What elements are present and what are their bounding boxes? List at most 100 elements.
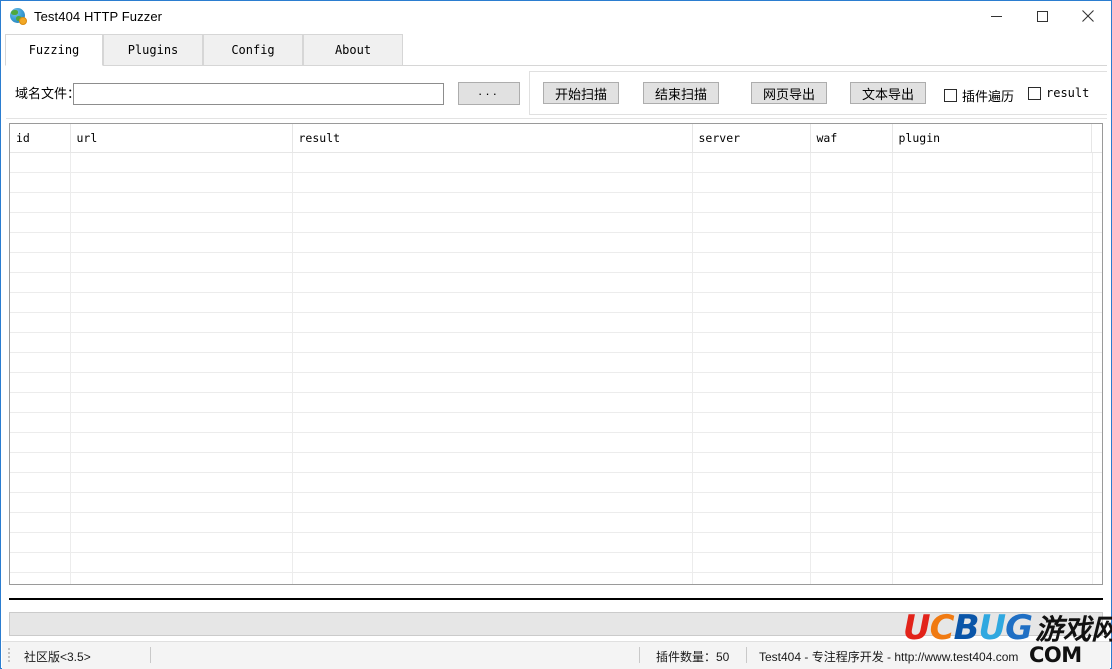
column-header-id[interactable]: id xyxy=(10,124,71,153)
start-scan-button[interactable]: 开始扫描 xyxy=(543,82,619,104)
column-header-url[interactable]: url xyxy=(70,124,293,153)
results-table[interactable]: id url result server waf plugin xyxy=(9,123,1103,585)
table-row[interactable] xyxy=(10,272,1102,293)
table-cell-waf xyxy=(810,392,893,413)
table-row[interactable] xyxy=(10,532,1102,553)
tab-about[interactable]: About xyxy=(303,34,403,66)
table-cell-server xyxy=(692,432,811,453)
table-row[interactable] xyxy=(10,472,1102,493)
table-cell-result xyxy=(292,392,693,413)
table-cell-waf xyxy=(810,192,893,213)
table-cell-plugin xyxy=(892,232,1093,253)
table-cell-id xyxy=(10,492,71,513)
table-cell-server xyxy=(692,452,811,473)
scan-progress-bar xyxy=(9,612,1103,636)
table-cell-server xyxy=(692,252,811,273)
table-cell-plugin xyxy=(892,452,1093,473)
table-row[interactable] xyxy=(10,512,1102,533)
column-header-server[interactable]: server xyxy=(692,124,811,153)
tab-fuzzing-label: Fuzzing xyxy=(28,43,80,57)
table-row[interactable] xyxy=(10,172,1102,193)
minimize-button[interactable] xyxy=(973,1,1019,31)
table-cell-server xyxy=(692,472,811,493)
column-header-result[interactable]: result xyxy=(292,124,693,153)
table-cell-id xyxy=(10,352,71,373)
table-cell-url xyxy=(70,172,293,193)
table-cell-waf xyxy=(810,352,893,373)
checkbox-result-box[interactable] xyxy=(1028,86,1041,100)
export-text-button[interactable]: 文本导出 xyxy=(850,82,926,104)
table-cell-id xyxy=(10,572,71,584)
table-cell-server xyxy=(692,392,811,413)
table-row[interactable] xyxy=(10,152,1102,173)
table-row[interactable] xyxy=(10,252,1102,273)
table-row[interactable] xyxy=(10,452,1102,473)
table-cell-plugin xyxy=(892,512,1093,533)
table-cell-pad xyxy=(1092,192,1102,213)
table-cell-pad xyxy=(1092,312,1102,333)
title-bar: Test404 HTTP Fuzzer xyxy=(1,1,1111,31)
table-cell-url xyxy=(70,392,293,413)
table-cell-plugin xyxy=(892,172,1093,193)
table-cell-plugin xyxy=(892,572,1093,584)
table-row[interactable] xyxy=(10,572,1102,584)
export-html-button[interactable]: 网页导出 xyxy=(751,82,827,104)
table-cell-server xyxy=(692,232,811,253)
table-row[interactable] xyxy=(10,392,1102,413)
table-cell-result xyxy=(292,352,693,373)
column-header-plugin[interactable]: plugin xyxy=(892,124,1093,153)
checkbox-plugin-traverse[interactable]: 插件遍历 xyxy=(944,86,1014,105)
column-header-waf[interactable]: waf xyxy=(810,124,893,153)
window-controls xyxy=(973,1,1111,31)
table-cell-waf xyxy=(810,212,893,233)
table-row[interactable] xyxy=(10,212,1102,233)
table-cell-server xyxy=(692,332,811,353)
stop-scan-button[interactable]: 结束扫描 xyxy=(643,82,719,104)
status-divider-3 xyxy=(746,647,747,663)
table-cell-server xyxy=(692,372,811,393)
close-icon xyxy=(1082,10,1094,22)
table-cell-id xyxy=(10,332,71,353)
table-cell-waf xyxy=(810,452,893,473)
close-button[interactable] xyxy=(1065,1,1111,31)
table-row[interactable] xyxy=(10,312,1102,333)
table-row[interactable] xyxy=(10,372,1102,393)
table-row[interactable] xyxy=(10,332,1102,353)
browse-button[interactable]: ··· xyxy=(458,82,520,105)
table-cell-url xyxy=(70,232,293,253)
tab-fuzzing[interactable]: Fuzzing xyxy=(5,34,103,66)
tab-plugins-label: Plugins xyxy=(127,43,179,57)
results-grid: id url result server waf plugin xyxy=(10,124,1102,584)
table-row[interactable] xyxy=(10,432,1102,453)
table-cell-result xyxy=(292,292,693,313)
table-row[interactable] xyxy=(10,352,1102,373)
table-cell-id xyxy=(10,472,71,493)
table-row[interactable] xyxy=(10,412,1102,433)
table-cell-result xyxy=(292,452,693,473)
table-cell-pad xyxy=(1092,252,1102,273)
table-cell-url xyxy=(70,452,293,473)
table-cell-id xyxy=(10,172,71,193)
checkbox-result[interactable]: result xyxy=(1028,86,1089,100)
table-cell-waf xyxy=(810,532,893,553)
checkbox-plugin-traverse-box[interactable] xyxy=(944,89,957,102)
vertical-scrollbar[interactable] xyxy=(1091,124,1102,152)
table-row[interactable] xyxy=(10,552,1102,573)
table-header-row: id url result server waf plugin xyxy=(10,124,1102,153)
table-cell-id xyxy=(10,272,71,293)
tab-plugins[interactable]: Plugins xyxy=(103,34,203,66)
table-cell-pad xyxy=(1092,392,1102,413)
tab-config[interactable]: Config xyxy=(203,34,303,66)
domain-file-input[interactable] xyxy=(73,83,444,105)
table-cell-pad xyxy=(1092,532,1102,553)
table-body xyxy=(10,152,1102,584)
table-row[interactable] xyxy=(10,292,1102,313)
table-row[interactable] xyxy=(10,192,1102,213)
status-plugin-count: 插件数量：50 xyxy=(656,650,730,664)
table-cell-pad xyxy=(1092,472,1102,493)
table-cell-pad xyxy=(1092,552,1102,573)
table-cell-plugin xyxy=(892,212,1093,233)
maximize-button[interactable] xyxy=(1019,1,1065,31)
table-row[interactable] xyxy=(10,492,1102,513)
table-row[interactable] xyxy=(10,232,1102,253)
